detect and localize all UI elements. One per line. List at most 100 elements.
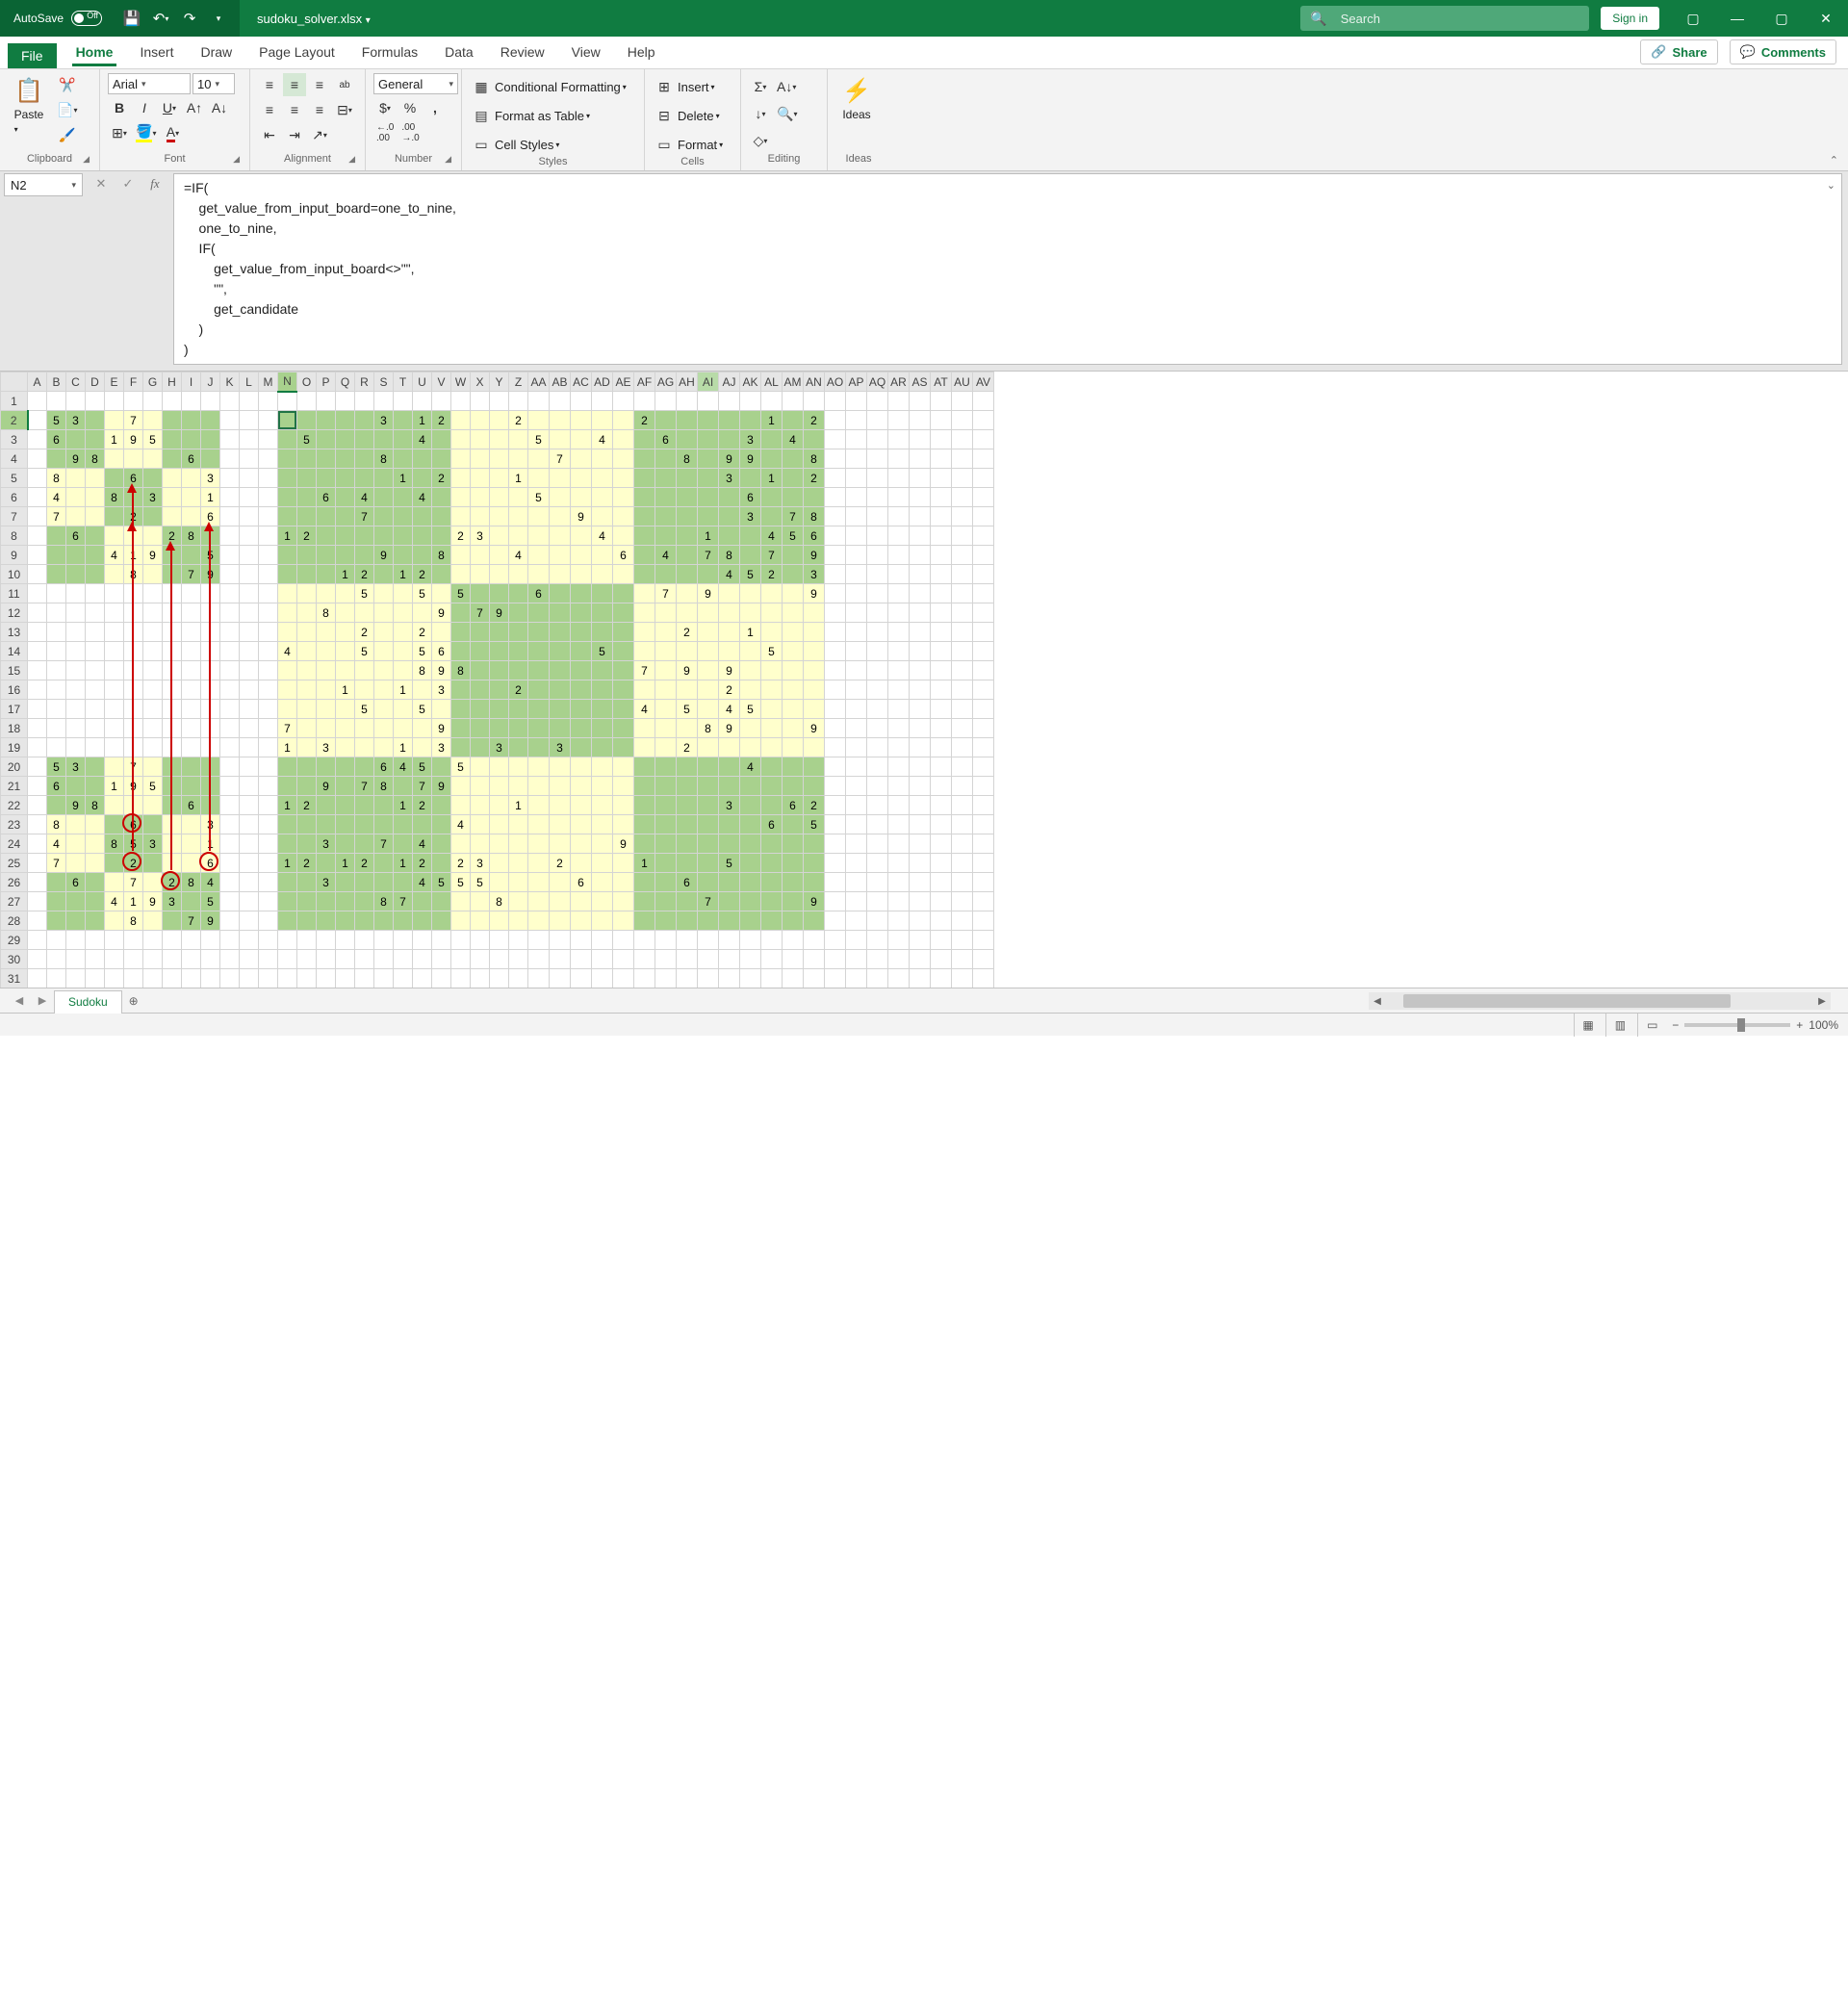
cell[interactable] bbox=[317, 969, 336, 988]
cell[interactable] bbox=[973, 719, 994, 738]
cell[interactable] bbox=[613, 777, 634, 796]
cell[interactable] bbox=[317, 950, 336, 969]
cell[interactable] bbox=[28, 430, 47, 449]
cell[interactable] bbox=[592, 565, 613, 584]
cell[interactable] bbox=[740, 738, 761, 757]
share-button[interactable]: 🔗Share bbox=[1640, 39, 1717, 64]
merge-center-icon[interactable]: ⊟▾ bbox=[333, 98, 356, 121]
cell[interactable] bbox=[528, 700, 550, 719]
cell[interactable] bbox=[931, 526, 952, 546]
cell[interactable] bbox=[952, 931, 973, 950]
cell[interactable] bbox=[143, 661, 163, 680]
increase-indent-icon[interactable]: ⇥ bbox=[283, 123, 306, 146]
cell[interactable] bbox=[634, 969, 655, 988]
cell[interactable]: 7 bbox=[182, 911, 201, 931]
cell[interactable] bbox=[451, 488, 471, 507]
cell[interactable] bbox=[613, 854, 634, 873]
cell[interactable]: 1 bbox=[336, 565, 355, 584]
close-icon[interactable]: ✕ bbox=[1804, 0, 1848, 37]
cell[interactable] bbox=[931, 603, 952, 623]
cell[interactable] bbox=[432, 584, 451, 603]
cell[interactable] bbox=[698, 950, 719, 969]
cell[interactable] bbox=[592, 661, 613, 680]
cell[interactable] bbox=[973, 430, 994, 449]
col-header[interactable]: AE bbox=[613, 372, 634, 392]
cell[interactable] bbox=[336, 642, 355, 661]
cell[interactable] bbox=[259, 546, 278, 565]
cell[interactable] bbox=[47, 392, 66, 411]
cell[interactable] bbox=[634, 834, 655, 854]
cell[interactable] bbox=[973, 623, 994, 642]
cell[interactable]: 9 bbox=[432, 661, 451, 680]
cell[interactable]: 9 bbox=[719, 719, 740, 738]
cell[interactable] bbox=[297, 603, 317, 623]
borders-icon[interactable]: ⊞▾ bbox=[108, 121, 131, 144]
cell[interactable] bbox=[550, 507, 571, 526]
cell[interactable] bbox=[490, 623, 509, 642]
cell[interactable] bbox=[490, 757, 509, 777]
cell[interactable] bbox=[634, 796, 655, 815]
cell[interactable] bbox=[105, 584, 124, 603]
cell[interactable] bbox=[613, 700, 634, 719]
cell[interactable] bbox=[394, 507, 413, 526]
cell[interactable] bbox=[888, 738, 910, 757]
cell[interactable] bbox=[105, 603, 124, 623]
cell[interactable] bbox=[888, 757, 910, 777]
row-header[interactable]: 30 bbox=[1, 950, 28, 969]
cell[interactable] bbox=[336, 469, 355, 488]
row-header[interactable]: 25 bbox=[1, 854, 28, 873]
cell[interactable] bbox=[761, 584, 783, 603]
cell[interactable] bbox=[846, 911, 867, 931]
cell[interactable] bbox=[846, 854, 867, 873]
cell[interactable] bbox=[336, 430, 355, 449]
cell[interactable]: 7 bbox=[182, 565, 201, 584]
cell[interactable] bbox=[66, 834, 86, 854]
cell[interactable] bbox=[613, 950, 634, 969]
cell[interactable] bbox=[47, 680, 66, 700]
cell[interactable] bbox=[297, 565, 317, 584]
cell[interactable] bbox=[163, 969, 182, 988]
cell[interactable] bbox=[66, 603, 86, 623]
cell[interactable]: 2 bbox=[804, 411, 825, 430]
cell[interactable] bbox=[761, 680, 783, 700]
cell[interactable] bbox=[105, 700, 124, 719]
cell[interactable] bbox=[613, 430, 634, 449]
cell[interactable] bbox=[47, 642, 66, 661]
cell[interactable] bbox=[846, 565, 867, 584]
row-header[interactable]: 15 bbox=[1, 661, 28, 680]
cell[interactable] bbox=[490, 430, 509, 449]
cell[interactable] bbox=[931, 700, 952, 719]
cell[interactable] bbox=[952, 738, 973, 757]
cell[interactable] bbox=[910, 834, 931, 854]
cell[interactable] bbox=[888, 873, 910, 892]
cell[interactable] bbox=[413, 931, 432, 950]
cell[interactable] bbox=[973, 565, 994, 584]
cell[interactable] bbox=[278, 680, 297, 700]
cell[interactable] bbox=[182, 642, 201, 661]
cell[interactable]: 9 bbox=[677, 661, 698, 680]
cell[interactable] bbox=[374, 507, 394, 526]
cell[interactable]: 1 bbox=[394, 796, 413, 815]
cell[interactable] bbox=[973, 603, 994, 623]
cell[interactable] bbox=[571, 911, 592, 931]
align-bottom-icon[interactable]: ≡ bbox=[308, 73, 331, 96]
cell[interactable] bbox=[182, 738, 201, 757]
cell[interactable] bbox=[634, 623, 655, 642]
cell[interactable] bbox=[571, 796, 592, 815]
cell[interactable] bbox=[490, 815, 509, 834]
cell[interactable] bbox=[528, 392, 550, 411]
cell[interactable] bbox=[143, 873, 163, 892]
cell[interactable] bbox=[394, 911, 413, 931]
cell[interactable]: 1 bbox=[105, 777, 124, 796]
cell[interactable] bbox=[888, 661, 910, 680]
cell[interactable] bbox=[490, 969, 509, 988]
cell[interactable] bbox=[451, 892, 471, 911]
cell[interactable] bbox=[888, 469, 910, 488]
cell[interactable] bbox=[888, 449, 910, 469]
cell[interactable] bbox=[394, 603, 413, 623]
cell[interactable] bbox=[571, 565, 592, 584]
cell[interactable]: 6 bbox=[66, 526, 86, 546]
cell[interactable] bbox=[509, 834, 528, 854]
cell[interactable] bbox=[825, 430, 846, 449]
cell[interactable] bbox=[846, 623, 867, 642]
